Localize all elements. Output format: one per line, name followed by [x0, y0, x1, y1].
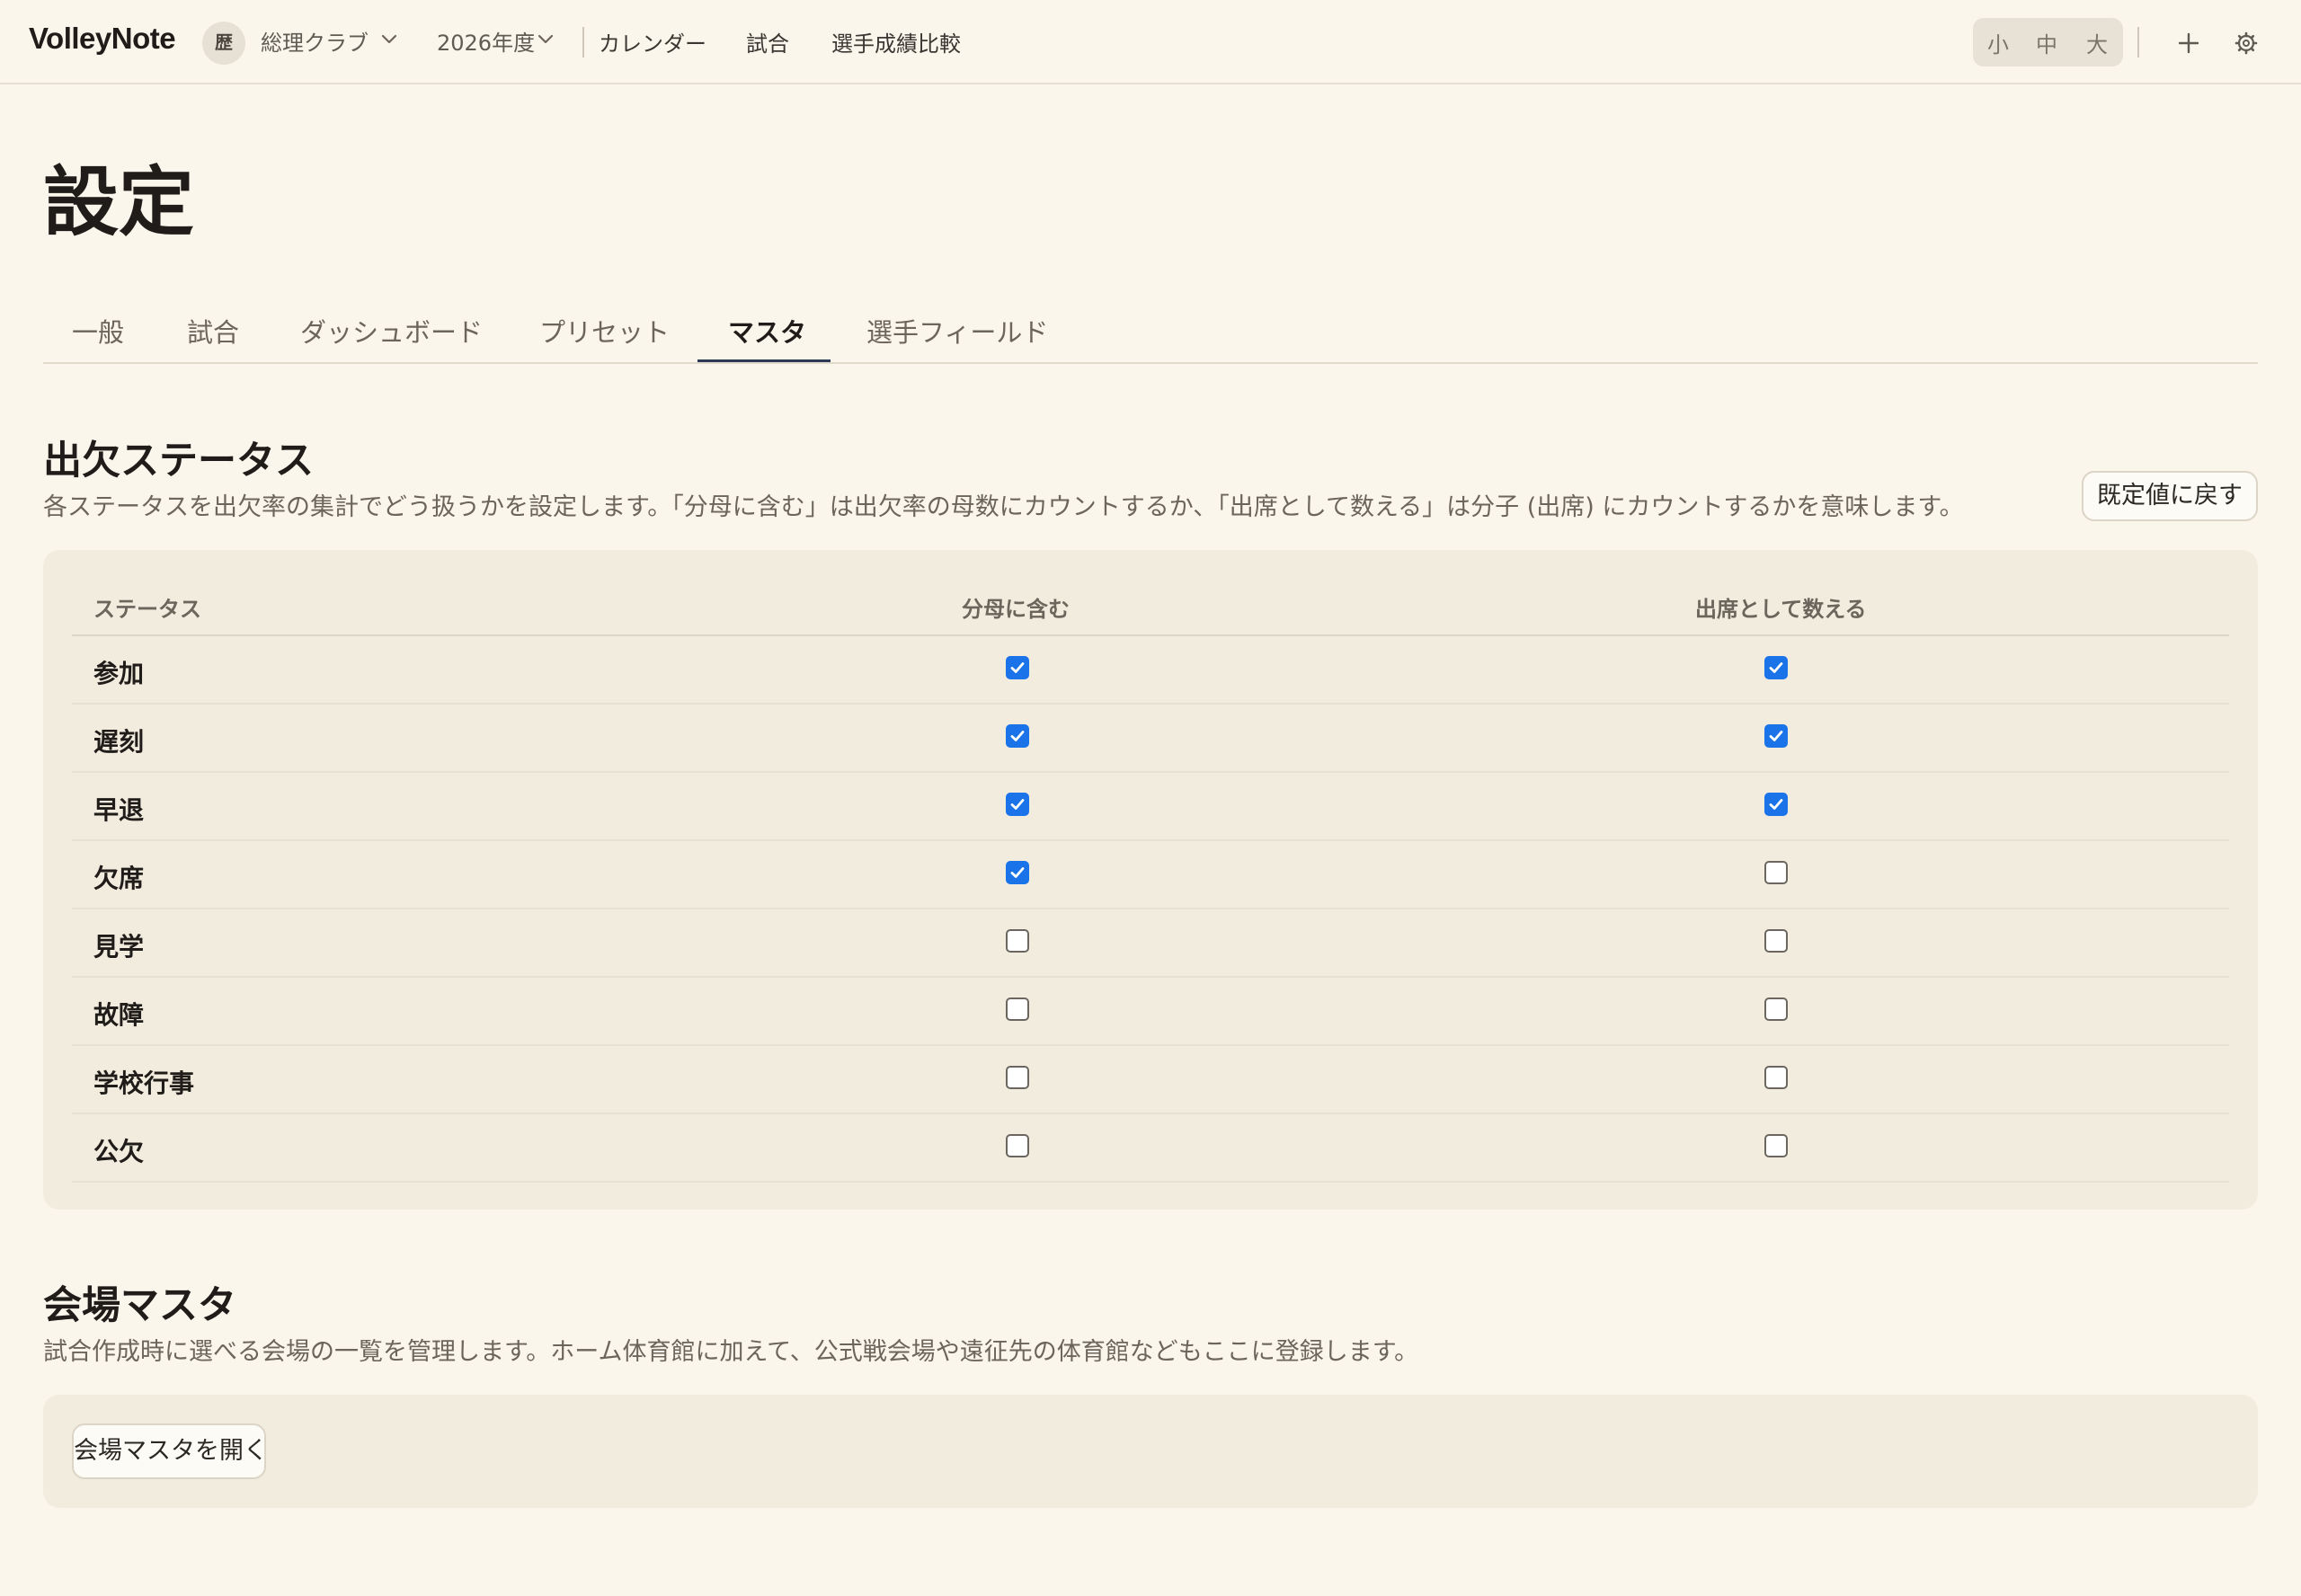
venue-section-description: 試合作成時に選べる会場の一覧を管理します。ホーム体育館に加えて、公式戦会場や遠征… [43, 1338, 1419, 1366]
column-header-denominator: 分母に含む [962, 597, 1070, 622]
gear-icon[interactable] [2228, 25, 2264, 61]
status-label: 学校行事 [93, 1068, 195, 1098]
table-header: ステータス 分母に含む 出席として数える [72, 566, 2229, 636]
app-logo[interactable]: VolleyNote [29, 22, 176, 56]
tab-dashboard[interactable]: ダッシュボード [300, 312, 483, 350]
club-avatar[interactable]: 歴 [202, 22, 245, 65]
settings-tabs: 一般 試合 ダッシュボード プリセット マスタ 選手フィールド [43, 301, 2258, 364]
check-icon [1010, 662, 1025, 673]
check-icon [1769, 662, 1783, 673]
table-row: 見学 [72, 909, 2229, 978]
top-navigation-bar: VolleyNote 歴 総理クラブ 2026年度 カレンダー 試合 選手成績比… [0, 0, 2301, 84]
tab-master[interactable]: マスタ [728, 312, 806, 350]
tab-player-fields[interactable]: 選手フィールド [866, 312, 1048, 350]
venue-section-title: 会場マスタ [43, 1283, 236, 1328]
status-label: 公欠 [93, 1137, 145, 1166]
active-tab-indicator [697, 359, 831, 362]
attendance-section-description: 各ステータスを出欠率の集計でどう扱うかを設定します。「分母に含む」は出欠率の母数… [43, 493, 1964, 521]
status-label: 見学 [93, 932, 145, 962]
denominator-checkbox[interactable] [1006, 656, 1029, 679]
table-row: 欠席 [72, 841, 2229, 909]
present-checkbox[interactable] [1764, 793, 1788, 816]
denominator-checkbox[interactable] [1006, 1066, 1029, 1089]
column-header-present: 出席として数える [1695, 597, 1867, 622]
present-checkbox[interactable] [1764, 998, 1788, 1021]
venue-card: 会場マスタを開く [43, 1395, 2258, 1508]
table-row: 参加 [72, 636, 2229, 705]
attendance-section-title: 出欠ステータス [43, 439, 314, 483]
club-selector[interactable]: 総理クラブ [261, 25, 369, 57]
check-icon [1769, 799, 1783, 810]
nav-calendar[interactable]: カレンダー [599, 26, 706, 58]
present-checkbox[interactable] [1764, 656, 1788, 679]
page-title: 設定 [43, 158, 195, 246]
toolbar-divider [2137, 27, 2139, 58]
denominator-checkbox[interactable] [1006, 998, 1029, 1021]
table-body: 参加遅刻早退欠席見学故障学校行事公欠 [72, 636, 2229, 1183]
tab-matches[interactable]: 試合 [187, 312, 239, 350]
nav-divider [582, 27, 584, 58]
present-checkbox[interactable] [1764, 1066, 1788, 1089]
tab-general[interactable]: 一般 [72, 312, 124, 350]
check-icon [1769, 731, 1783, 741]
status-label: 参加 [93, 659, 145, 688]
check-icon [1010, 799, 1025, 810]
status-label: 早退 [93, 795, 145, 825]
table-row: 故障 [72, 978, 2229, 1046]
denominator-checkbox[interactable] [1006, 929, 1029, 953]
status-label: 遅刻 [93, 727, 145, 757]
present-checkbox[interactable] [1764, 724, 1788, 748]
check-icon [1010, 867, 1025, 878]
table-row: 遅刻 [72, 705, 2229, 773]
font-size-switch: 小 中 大 [1973, 18, 2123, 66]
open-venue-master-button[interactable]: 会場マスタを開く [72, 1423, 268, 1479]
plus-icon[interactable] [2171, 25, 2207, 61]
column-header-status: ステータス [93, 597, 201, 622]
denominator-checkbox[interactable] [1006, 1134, 1029, 1157]
reset-defaults-button[interactable]: 既定値に戻す [2082, 471, 2258, 521]
status-label: 故障 [93, 1000, 145, 1030]
table-row: 学校行事 [72, 1046, 2229, 1114]
table-row: 公欠 [72, 1114, 2229, 1183]
nav-player-compare[interactable]: 選手成績比較 [831, 26, 961, 58]
present-checkbox[interactable] [1764, 1134, 1788, 1157]
denominator-checkbox[interactable] [1006, 793, 1029, 816]
status-label: 欠席 [93, 864, 145, 893]
denominator-checkbox[interactable] [1006, 724, 1029, 748]
font-size-small[interactable]: 小 [1987, 27, 2009, 58]
present-checkbox[interactable] [1764, 929, 1788, 953]
attendance-status-card: ステータス 分母に含む 出席として数える 参加遅刻早退欠席見学故障学校行事公欠 [43, 550, 2258, 1210]
chevron-down-icon[interactable] [381, 34, 397, 45]
nav-matches[interactable]: 試合 [746, 26, 789, 58]
season-selector[interactable]: 2026年度 [437, 25, 535, 57]
font-size-medium[interactable]: 中 [2036, 27, 2057, 58]
check-icon [1010, 731, 1025, 741]
attendance-status-table: ステータス 分母に含む 出席として数える 参加遅刻早退欠席見学故障学校行事公欠 [72, 566, 2229, 1183]
table-row: 早退 [72, 773, 2229, 841]
font-size-large[interactable]: 大 [2086, 27, 2108, 58]
tab-presets[interactable]: プリセット [539, 312, 670, 350]
present-checkbox[interactable] [1764, 861, 1788, 884]
chevron-down-icon[interactable] [537, 34, 554, 45]
denominator-checkbox[interactable] [1006, 861, 1029, 884]
